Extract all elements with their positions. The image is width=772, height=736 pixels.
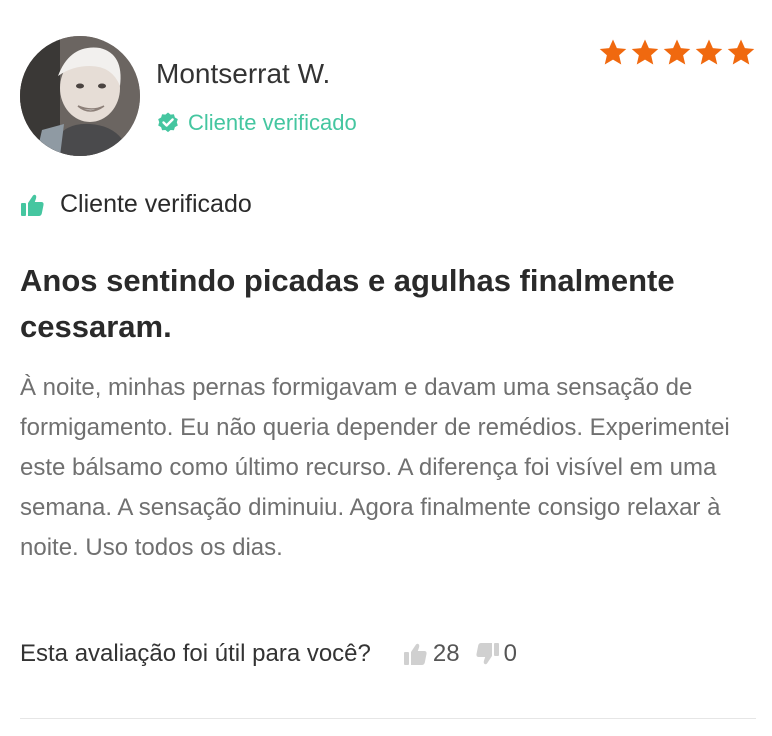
upvote-count: 28	[432, 640, 460, 667]
thumbs-up-icon	[403, 643, 427, 665]
check-badge-icon	[156, 111, 180, 135]
avatar-portrait	[20, 36, 140, 156]
thumbs-up-icon	[20, 192, 46, 218]
star-icon	[727, 39, 755, 65]
divider	[20, 718, 756, 719]
star-icon	[663, 39, 691, 65]
recommend-label: Cliente verificado	[60, 190, 252, 218]
helpful-row: Esta avaliação foi útil para você? 28 0	[20, 640, 517, 668]
avatar	[20, 36, 140, 156]
downvote-count: 0	[503, 640, 517, 667]
recommend-row: Cliente verificado	[20, 190, 252, 219]
verified-badge: Cliente verificado	[156, 110, 357, 136]
star-rating	[598, 38, 756, 68]
review-card: Montserrat W. Cliente verificado Cliente…	[0, 0, 772, 736]
review-title: Anos sentindo picadas e agulhas finalmen…	[20, 263, 675, 344]
star-icon	[599, 39, 627, 65]
author-name: Montserrat W.	[156, 58, 331, 89]
star-icon	[695, 39, 723, 65]
upvote-button[interactable]: 28	[403, 640, 460, 668]
thumbs-down-icon	[475, 643, 499, 665]
helpful-question: Esta avaliação foi útil para você?	[20, 640, 371, 667]
verified-label: Cliente verificado	[188, 110, 357, 135]
downvote-button[interactable]: 0	[474, 640, 517, 668]
review-body: À noite, minhas pernas formigavam e dava…	[20, 374, 730, 561]
star-icon	[631, 39, 659, 65]
